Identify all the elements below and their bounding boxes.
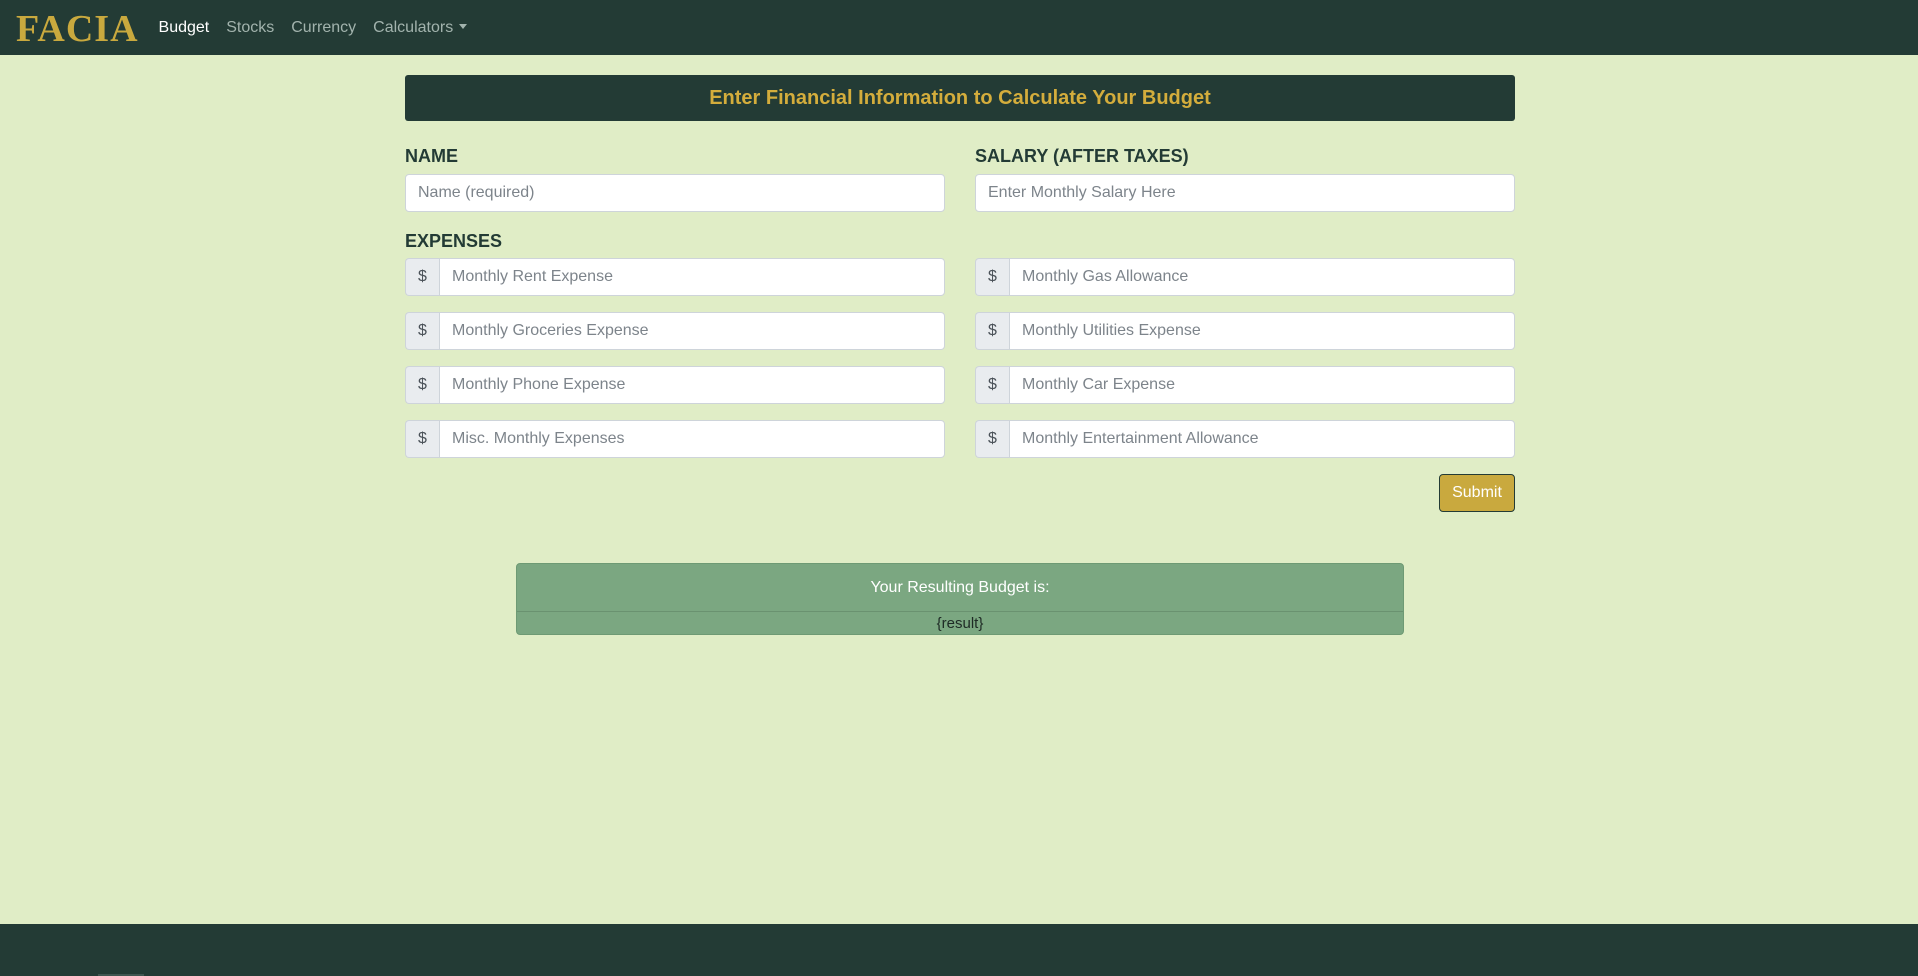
result-value: {result} (936, 615, 984, 632)
expense-group-phone: $ (405, 366, 945, 404)
form-header: Enter Financial Information to Calculate… (405, 75, 1515, 121)
expense-group-groceries: $ (405, 312, 945, 350)
phone-expense-input[interactable] (439, 366, 945, 404)
expense-group-gas: $ (975, 258, 1515, 296)
groceries-expense-input[interactable] (439, 312, 945, 350)
dollar-prefix: $ (405, 258, 439, 296)
name-input[interactable] (405, 174, 945, 212)
nav-link-budget[interactable]: Budget (159, 19, 210, 37)
expense-group-rent: $ (405, 258, 945, 296)
gas-allowance-input[interactable] (1009, 258, 1515, 296)
expense-group-utilities: $ (975, 312, 1515, 350)
rent-expense-input[interactable] (439, 258, 945, 296)
expense-group-car: $ (975, 366, 1515, 404)
dollar-prefix: $ (975, 420, 1009, 458)
expenses-label: EXPENSES (405, 231, 503, 251)
entertainment-allowance-input[interactable] (1009, 420, 1515, 458)
nav-dropdown-calculators[interactable]: Calculators (373, 18, 468, 37)
result-card: Your Resulting Budget is: {result} (516, 563, 1404, 635)
salary-input[interactable] (975, 174, 1515, 212)
result-title: Your Resulting Budget is: (517, 564, 1403, 612)
top-navbar: FACIA Budget Stocks Currency Calculators (0, 0, 1918, 55)
name-label: NAME (405, 146, 458, 166)
nav-link-stocks[interactable]: Stocks (226, 19, 274, 37)
dollar-prefix: $ (975, 312, 1009, 350)
dollar-prefix: $ (405, 366, 439, 404)
brand-logo[interactable]: FACIA (16, 10, 139, 48)
car-expense-input[interactable] (1009, 366, 1515, 404)
dollar-prefix: $ (405, 420, 439, 458)
dollar-prefix: $ (975, 258, 1009, 296)
utilities-expense-input[interactable] (1009, 312, 1515, 350)
expense-group-entertainment: $ (975, 420, 1515, 458)
misc-expenses-input[interactable] (439, 420, 945, 458)
submit-button[interactable]: Submit (1439, 474, 1515, 512)
dollar-prefix: $ (405, 312, 439, 350)
caret-down-icon (459, 23, 468, 29)
salary-label: SALARY (AFTER TAXES) (975, 146, 1189, 166)
dollar-prefix: $ (975, 366, 1009, 404)
nav-link-currency[interactable]: Currency (291, 19, 356, 37)
nav-dropdown-calculators-label: Calculators (373, 18, 454, 36)
expense-group-misc: $ (405, 420, 945, 458)
footer (0, 924, 1918, 976)
